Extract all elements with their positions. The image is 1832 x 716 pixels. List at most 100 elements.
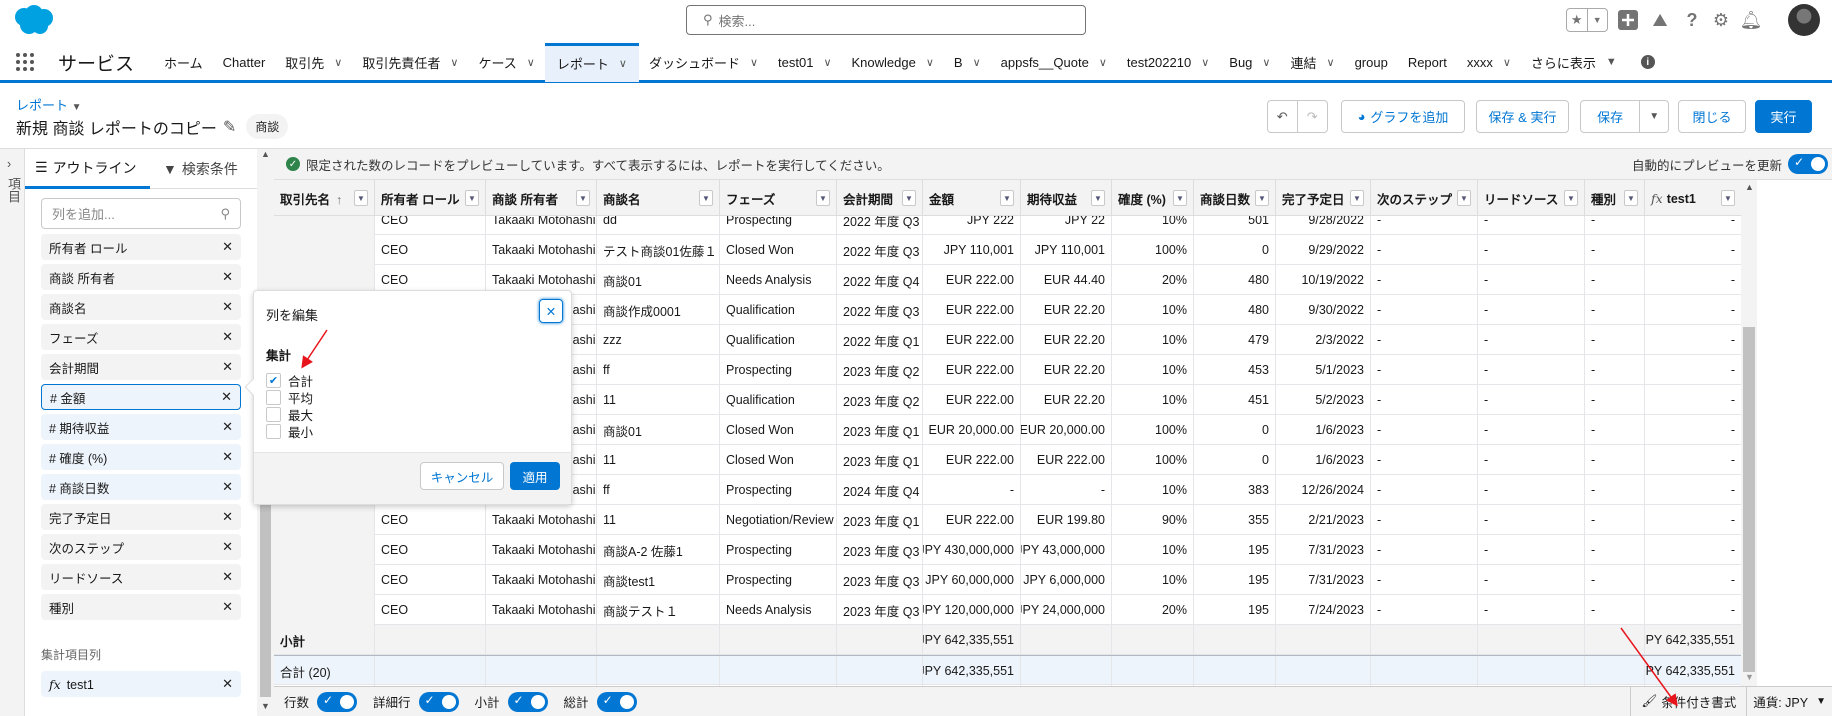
chevron-down-icon[interactable]: ∨: [750, 56, 758, 69]
nav-tab[interactable]: test202210 ∨: [1117, 44, 1219, 80]
column-header[interactable]: 確度 (%) ▼: [1111, 180, 1193, 216]
column-item[interactable]: # 確度 (%) ✕: [41, 444, 241, 470]
chevron-down-icon[interactable]: ∨: [450, 56, 458, 69]
scroll-down-icon[interactable]: ▼: [1745, 672, 1754, 682]
column-item[interactable]: フェーズ ✕: [41, 324, 241, 350]
column-menu-chevron-icon[interactable]: ▼: [576, 190, 590, 206]
fields-rail[interactable]: › 項目: [0, 149, 25, 716]
nav-tab[interactable]: test01 ∨: [768, 44, 841, 80]
chevron-down-icon[interactable]: ∨: [1327, 56, 1335, 69]
column-header[interactable]: 所有者 ロール ▼: [374, 180, 485, 216]
remove-icon[interactable]: ✕: [222, 329, 233, 345]
remove-icon[interactable]: ✕: [222, 419, 233, 435]
column-menu-chevron-icon[interactable]: ▼: [1091, 190, 1105, 206]
column-header[interactable]: 次のステップ ▼: [1370, 180, 1477, 216]
nav-more-button[interactable]: さらに表示 ▼: [1521, 44, 1627, 80]
nav-tab[interactable]: 連結 ∨: [1280, 44, 1344, 80]
column-menu-chevron-icon[interactable]: ▼: [699, 190, 713, 206]
remove-icon[interactable]: ✕: [222, 269, 233, 285]
footer-toggle[interactable]: [596, 691, 637, 712]
remove-icon[interactable]: ✕: [222, 509, 233, 525]
help-icon[interactable]: ?: [1681, 9, 1703, 31]
column-item[interactable]: リードソース ✕: [41, 564, 241, 590]
nav-tab[interactable]: group: [1345, 44, 1398, 80]
chevron-down-icon[interactable]: ∨: [1201, 56, 1209, 69]
column-header[interactable]: 商談 所有者 ▼: [485, 180, 596, 216]
currency-selector[interactable]: 通貨: JPY ▼: [1746, 687, 1832, 716]
chevron-down-icon[interactable]: ∨: [973, 56, 981, 69]
close-icon[interactable]: ✕: [539, 299, 563, 323]
info-icon[interactable]: i: [1640, 55, 1655, 69]
remove-icon[interactable]: ✕: [221, 389, 232, 405]
add-chart-button[interactable]: ◕ グラフを追加: [1341, 100, 1465, 133]
remove-icon[interactable]: ✕: [222, 539, 233, 555]
chevron-down-icon[interactable]: ∨: [1099, 56, 1107, 69]
nav-tab[interactable]: Bug ∨: [1219, 44, 1280, 80]
footer-toggle[interactable]: [317, 691, 358, 712]
nav-tab[interactable]: ケース ∨: [468, 44, 544, 80]
save-button[interactable]: 保存: [1581, 101, 1641, 132]
nav-tab[interactable]: B ∨: [944, 44, 991, 80]
remove-icon[interactable]: ✕: [222, 449, 233, 465]
column-header[interactable]: 商談日数 ▼: [1193, 180, 1275, 216]
column-menu-chevron-icon[interactable]: ▼: [465, 190, 479, 206]
column-header[interactable]: 商談名 ▼: [596, 180, 719, 216]
column-menu-chevron-icon[interactable]: ▼: [1255, 190, 1269, 206]
column-header[interactable]: リードソース ▼: [1477, 180, 1584, 216]
remove-icon[interactable]: ✕: [222, 299, 233, 315]
column-header[interactable]: 種別 ▼: [1584, 180, 1644, 216]
column-item[interactable]: # 商談日数 ✕: [41, 474, 241, 500]
chevron-down-icon[interactable]: ∨: [334, 56, 342, 69]
nav-tab[interactable]: ダッシュボード ∨: [639, 44, 768, 80]
nav-tab[interactable]: appsfs__Quote ∨: [991, 44, 1117, 80]
remove-icon[interactable]: ✕: [222, 479, 233, 495]
column-menu-chevron-icon[interactable]: ▼: [354, 190, 368, 206]
pencil-icon[interactable]: ✎: [223, 117, 236, 137]
summary-column-item[interactable]: fx test1 ✕: [41, 671, 241, 697]
undo-icon[interactable]: ↶: [1268, 101, 1298, 132]
checkbox[interactable]: ✔: [266, 373, 281, 388]
table-scrollbar-thumb[interactable]: [1743, 327, 1755, 672]
column-menu-chevron-icon[interactable]: ▼: [816, 190, 830, 206]
chevron-down-icon[interactable]: ∨: [823, 56, 831, 69]
nav-tab[interactable]: xxxx ∨: [1457, 44, 1521, 80]
scroll-up-icon[interactable]: ▲: [261, 149, 270, 159]
column-menu-chevron-icon[interactable]: ▼: [1564, 190, 1578, 206]
column-header[interactable]: 完了予定日 ▼: [1275, 180, 1370, 216]
chevron-down-icon[interactable]: ∨: [1262, 56, 1270, 69]
column-menu-chevron-icon[interactable]: ▼: [1457, 190, 1471, 206]
trailhead-icon[interactable]: ⛰: [1649, 9, 1671, 31]
column-header[interactable]: 会計期間 ▼: [836, 180, 922, 216]
global-search-input[interactable]: ⚲ 検索...: [686, 5, 1086, 35]
app-launcher-icon[interactable]: [16, 51, 38, 73]
conditional-format-button[interactable]: 🖌︎ 条件付き書式: [1630, 687, 1746, 716]
chevron-right-icon[interactable]: ›: [7, 157, 11, 171]
chevron-down-icon[interactable]: ▼: [1586, 9, 1608, 31]
column-menu-chevron-icon[interactable]: ▼: [1000, 190, 1014, 206]
column-item[interactable]: 次のステップ ✕: [41, 534, 241, 560]
column-item[interactable]: 商談 所有者 ✕: [41, 264, 241, 290]
column-item[interactable]: 完了予定日 ✕: [41, 504, 241, 530]
column-menu-chevron-icon[interactable]: ▼: [1721, 190, 1735, 206]
column-item[interactable]: 種別 ✕: [41, 594, 241, 620]
aggregate-option-3[interactable]: 最小: [266, 422, 313, 441]
checkbox[interactable]: [266, 390, 281, 405]
add-column-input[interactable]: 列を追加... ⚲: [41, 198, 241, 229]
footer-toggle[interactable]: [418, 691, 459, 712]
scroll-up-icon[interactable]: ▲: [1745, 182, 1754, 192]
breadcrumb[interactable]: レポート ▼: [16, 95, 82, 114]
column-item[interactable]: 商談名 ✕: [41, 294, 241, 320]
nav-tab[interactable]: 取引先 ∨: [275, 44, 352, 80]
remove-icon[interactable]: ✕: [222, 676, 233, 692]
chevron-down-icon[interactable]: ∨: [619, 57, 627, 70]
save-and-run-button[interactable]: 保存 & 実行: [1476, 100, 1569, 133]
remove-icon[interactable]: ✕: [222, 359, 233, 375]
column-menu-chevron-icon[interactable]: ▼: [1624, 190, 1638, 206]
checkbox[interactable]: [266, 424, 281, 439]
nav-tab[interactable]: Chatter: [213, 44, 276, 80]
remove-icon[interactable]: ✕: [222, 599, 233, 615]
column-item[interactable]: 所有者 ロール ✕: [41, 234, 241, 260]
column-menu-chevron-icon[interactable]: ▼: [1350, 190, 1364, 206]
salesforce-logo[interactable]: [10, 4, 56, 36]
remove-icon[interactable]: ✕: [222, 239, 233, 255]
